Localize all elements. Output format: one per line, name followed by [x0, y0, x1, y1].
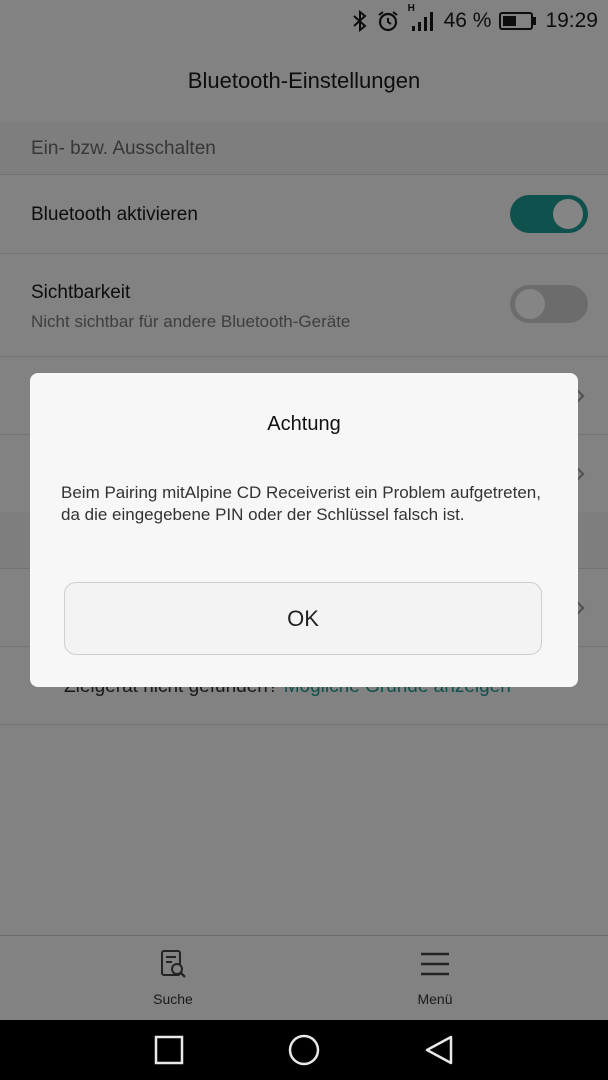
ok-button[interactable]: OK: [64, 582, 542, 655]
alert-dialog: Achtung Beim Pairing mitAlpine CD Receiv…: [30, 373, 578, 687]
recents-button[interactable]: [153, 1034, 185, 1066]
recents-square-icon: [154, 1035, 184, 1065]
back-triangle-icon: [425, 1035, 453, 1065]
back-button[interactable]: [423, 1034, 455, 1066]
dialog-message: Beim Pairing mitAlpine CD Receiverist ei…: [61, 483, 541, 524]
navigation-bar: [0, 1020, 608, 1080]
screen: H 46 % 19:29 Bluetooth-Einstellungen Ein…: [0, 0, 608, 1020]
home-button[interactable]: [288, 1034, 320, 1066]
home-circle-icon: [288, 1034, 320, 1066]
dialog-title: Achtung: [267, 413, 341, 435]
